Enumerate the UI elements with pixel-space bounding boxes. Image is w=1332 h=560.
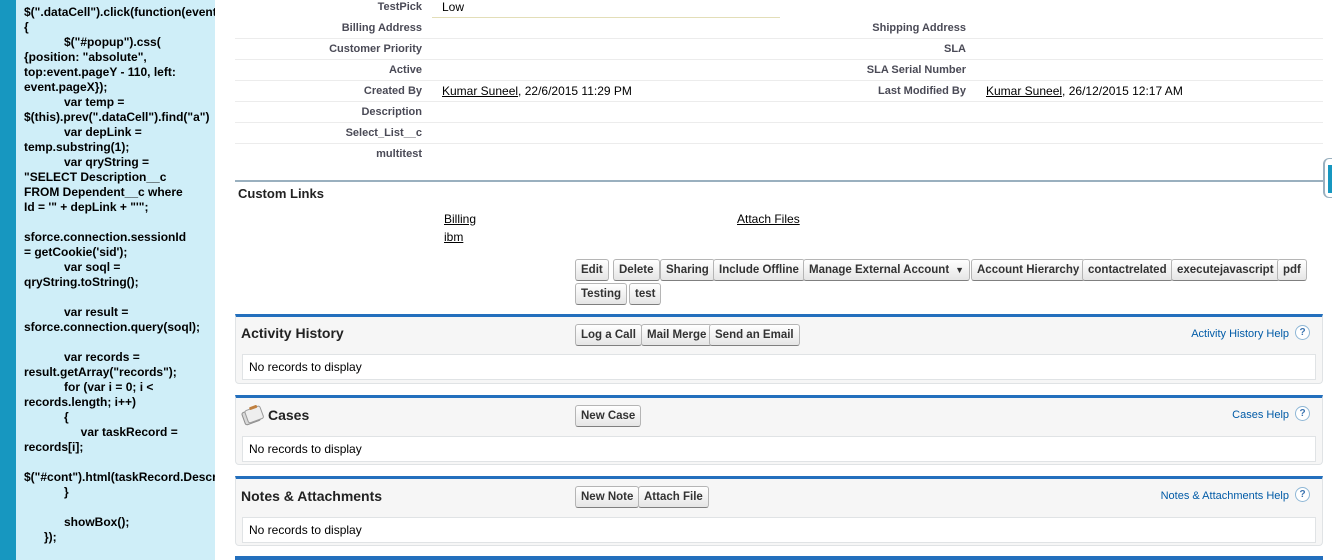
- mail-merge-button[interactable]: Mail Merge: [641, 324, 713, 346]
- code-snippet: $(".dataCell").click(function(event) { $…: [24, 5, 215, 544]
- code-sidebar: $(".dataCell").click(function(event) { $…: [16, 0, 215, 560]
- notes-attachments-help-link[interactable]: Notes & Attachments Help: [1161, 490, 1289, 502]
- last-modified-date: , 26/12/2015 12:17 AM: [1062, 84, 1183, 98]
- activity-history-empty: No records to display: [242, 354, 1316, 380]
- sla-serial-label: SLA Serial Number: [866, 64, 966, 76]
- divider: [432, 17, 780, 18]
- new-note-button[interactable]: New Note: [575, 486, 640, 508]
- contactrelated-button[interactable]: contactrelated: [1082, 259, 1173, 281]
- activity-history-section: Activity History Log a Call Mail Merge S…: [235, 314, 1323, 384]
- manage-external-account-button[interactable]: Manage External Account ▼: [803, 259, 971, 281]
- test-button[interactable]: test: [629, 283, 662, 305]
- manage-external-account-label: Manage External Account: [809, 264, 950, 276]
- shipping-address-label: Shipping Address: [872, 22, 966, 34]
- attach-files-link[interactable]: Attach Files: [737, 212, 800, 226]
- created-by-value: Kumar Suneel, 22/6/2015 11:29 PM: [442, 84, 632, 98]
- log-a-call-button[interactable]: Log a Call: [575, 324, 642, 346]
- description-label: Description: [361, 106, 422, 118]
- last-modified-label: Last Modified By: [877, 85, 966, 97]
- account-hierarchy-button[interactable]: Account Hierarchy: [971, 259, 1086, 281]
- divider: [235, 80, 1323, 81]
- help-icon[interactable]: ?: [1295, 325, 1310, 340]
- select-list-label: Select_List__c: [345, 127, 422, 139]
- sidebar-toggle-handle[interactable]: [1323, 158, 1332, 198]
- custom-links-divider: [235, 180, 1323, 182]
- divider: [235, 38, 1323, 39]
- notes-attachments-section: Notes & Attachments New Note Attach File…: [235, 476, 1323, 546]
- send-an-email-button[interactable]: Send an Email: [709, 324, 800, 346]
- cases-title: Cases: [268, 407, 310, 423]
- edit-button[interactable]: Edit: [575, 259, 609, 281]
- next-section-top-bar: [235, 556, 1323, 560]
- billing-address-label: Billing Address: [341, 22, 422, 34]
- cases-empty: No records to display: [242, 436, 1316, 462]
- billing-link[interactable]: Billing: [444, 212, 476, 226]
- last-modified-value: Kumar Suneel, 26/12/2015 12:17 AM: [986, 84, 1183, 98]
- testing-button[interactable]: Testing: [575, 283, 628, 305]
- dropdown-caret-icon: ▼: [955, 265, 965, 275]
- created-by-label: Created By: [363, 85, 422, 97]
- cases-help-link[interactable]: Cases Help: [1232, 409, 1289, 421]
- test-pick-value: Low: [442, 0, 465, 14]
- notes-attachments-title: Notes & Attachments: [241, 488, 383, 504]
- created-by-date: , 22/6/2015 11:29 PM: [518, 84, 632, 98]
- ibm-link[interactable]: ibm: [444, 230, 463, 244]
- new-case-button[interactable]: New Case: [575, 405, 642, 427]
- pdf-button[interactable]: pdf: [1277, 259, 1307, 281]
- divider: [235, 122, 1323, 123]
- test-pick-label: TestPick: [377, 1, 422, 13]
- activity-history-help-link[interactable]: Activity History Help: [1191, 328, 1289, 340]
- divider: [235, 101, 1323, 102]
- custom-links-title: Custom Links: [238, 186, 324, 201]
- include-offline-button[interactable]: Include Offline: [713, 259, 805, 281]
- cases-section: Cases New Case Cases Help ? No records t…: [235, 395, 1323, 465]
- notes-attachments-empty: No records to display: [242, 517, 1316, 543]
- attach-file-button[interactable]: Attach File: [638, 486, 709, 508]
- help-icon[interactable]: ?: [1295, 487, 1310, 502]
- customer-priority-label: Customer Priority: [329, 43, 422, 55]
- activity-history-title: Activity History: [241, 325, 344, 341]
- delete-button[interactable]: Delete: [613, 259, 660, 281]
- last-modified-user-link[interactable]: Kumar Suneel: [986, 84, 1062, 98]
- sharing-button[interactable]: Sharing: [660, 259, 715, 281]
- sla-label: SLA: [944, 43, 966, 55]
- sidebar-edge: [0, 0, 16, 560]
- divider: [235, 59, 1323, 60]
- divider: [235, 143, 1323, 144]
- executejavascript-button[interactable]: executejavascript: [1171, 259, 1280, 281]
- multitest-label: multitest: [376, 148, 422, 160]
- cases-icon: [241, 404, 264, 426]
- active-label: Active: [388, 64, 422, 76]
- help-icon[interactable]: ?: [1295, 406, 1310, 421]
- created-by-user-link[interactable]: Kumar Suneel: [442, 84, 518, 98]
